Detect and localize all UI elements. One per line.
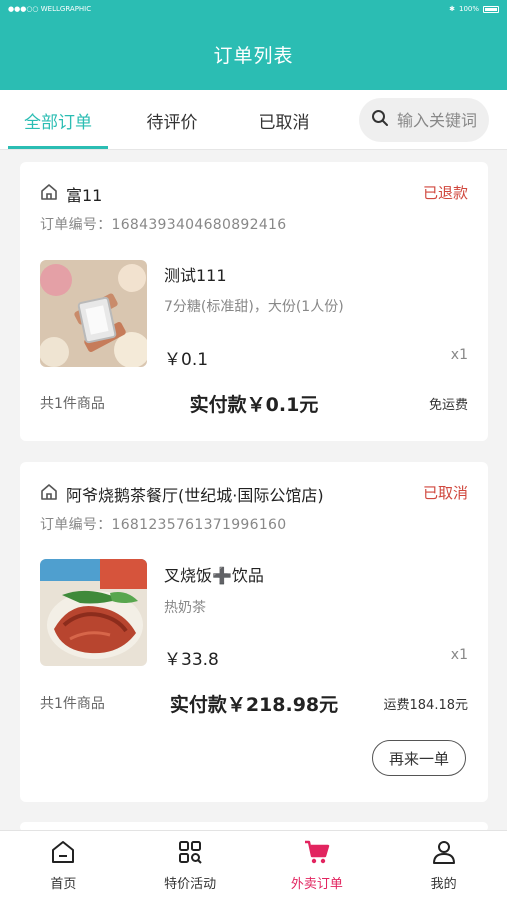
shop-name: 阿爷烧鹅茶餐厅(世纪城·国际公馆店) xyxy=(66,486,324,505)
shop-name: 富11 xyxy=(66,186,103,205)
order-status: 已退款 xyxy=(422,184,468,202)
grid-search-icon xyxy=(177,839,203,869)
order-number: 订单编号：1684393404680892416 xyxy=(40,217,287,233)
bottom-nav: 首页 特价活动 外卖订单 我的 xyxy=(0,830,507,900)
status-bar: ●●●○○ WELLGRAPHIC ✱ 100% xyxy=(0,0,507,18)
shipping-fee: 免运费 xyxy=(428,398,468,413)
nav-label: 我的 xyxy=(430,877,457,892)
reorder-label: 再来一单 xyxy=(388,749,449,768)
shop-row: 阿爷烧鹅茶餐厅(世纪城·国际公馆店) xyxy=(40,482,324,506)
active-tab-indicator xyxy=(8,146,108,149)
order-card[interactable]: 阿爷烧鹅茶餐厅(世纪城·国际公馆店) 已取消 订单编号：168123576137… xyxy=(20,462,488,802)
battery-percent: 100% xyxy=(458,5,479,13)
shop-icon xyxy=(40,483,58,505)
order-number: 订单编号：1681235761371996160 xyxy=(40,517,287,533)
tab-cancelled[interactable]: 已取消 xyxy=(234,90,334,150)
battery-icon xyxy=(483,5,499,13)
product-spec: 热奶茶 xyxy=(164,600,206,616)
search-input[interactable] xyxy=(397,110,479,130)
search-icon xyxy=(371,109,389,131)
nav-label: 特价活动 xyxy=(164,877,217,892)
nav-label: 外卖订单 xyxy=(290,877,343,892)
page-header: 订单列表 xyxy=(0,18,507,90)
cart-icon xyxy=(303,839,331,869)
shop-row: 富11 xyxy=(40,182,102,206)
total-paid: 实付款￥0.1元 xyxy=(189,394,319,416)
nav-home[interactable]: 首页 xyxy=(0,831,127,900)
order-card[interactable]: 富11 已退款 订单编号：1684393404680892416 测试111 7… xyxy=(20,162,488,441)
product-quantity: x1 xyxy=(450,347,468,363)
product-image-bbq-pork xyxy=(40,559,147,666)
product-price: ￥0.1 xyxy=(164,350,209,370)
tab-to-review[interactable]: 待评价 xyxy=(122,90,222,150)
shop-icon xyxy=(40,183,58,205)
shipping-fee: 运费184.18元 xyxy=(383,698,469,713)
nav-specials[interactable]: 特价活动 xyxy=(127,831,254,900)
product-quantity: x1 xyxy=(450,647,468,663)
product-price: ￥33.8 xyxy=(164,650,219,670)
nav-label: 首页 xyxy=(50,877,77,892)
nav-takeout-orders[interactable]: 外卖订单 xyxy=(254,831,381,900)
nav-profile[interactable]: 我的 xyxy=(380,831,507,900)
tab-label: 待评价 xyxy=(146,112,198,133)
tab-all-orders[interactable]: 全部订单 xyxy=(8,90,108,150)
product-image-watch xyxy=(40,260,147,367)
carrier-label: ●●●○○ WELLGRAPHIC xyxy=(8,5,92,13)
product-name: 叉烧饭➕饮品 xyxy=(164,566,264,585)
tab-label: 全部订单 xyxy=(24,112,92,133)
reorder-button[interactable]: 再来一单 xyxy=(372,740,466,776)
product-name: 测试111 xyxy=(164,266,227,285)
product-spec: 7分糖(标准甜)，大份(1人份) xyxy=(164,299,344,315)
search-box[interactable] xyxy=(359,98,489,142)
order-status: 已取消 xyxy=(422,484,468,502)
page-title: 订单列表 xyxy=(213,44,294,67)
bluetooth-icon: ✱ xyxy=(449,5,455,13)
user-icon xyxy=(431,839,457,869)
tab-label: 已取消 xyxy=(258,112,310,133)
home-icon xyxy=(50,839,76,869)
